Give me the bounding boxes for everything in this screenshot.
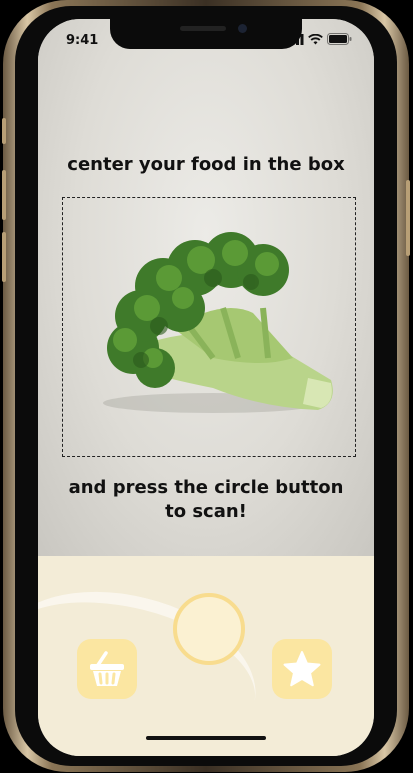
basket-button[interactable] [77, 639, 137, 699]
status-time: 9:41 [66, 33, 99, 48]
bottom-panel [38, 556, 374, 756]
basket-icon [90, 651, 124, 686]
volume-up-button [2, 170, 6, 220]
battery-icon [327, 33, 352, 45]
instruction-bottom-line1: and press the circle button [68, 477, 344, 498]
notch [110, 19, 302, 49]
home-indicator[interactable] [146, 736, 266, 740]
instruction-top: center your food in the box [67, 154, 345, 175]
instruction-bottom-line2: to scan! [165, 501, 247, 522]
favorites-button[interactable] [272, 639, 332, 699]
volume-down-button [2, 232, 6, 282]
speaker-grille [180, 26, 226, 31]
decorative-swoosh [38, 566, 273, 756]
scan-button[interactable] [173, 593, 245, 665]
power-button [406, 180, 410, 256]
scan-frame [62, 197, 356, 457]
star-icon [283, 651, 321, 687]
camera-view: 9:41 center your food in the box and pre… [38, 19, 374, 556]
wifi-icon [308, 34, 323, 45]
broccoli-image [103, 232, 333, 413]
front-camera [238, 24, 247, 33]
screen: 9:41 center your food in the box and pre… [38, 19, 374, 756]
mute-switch [2, 118, 6, 144]
